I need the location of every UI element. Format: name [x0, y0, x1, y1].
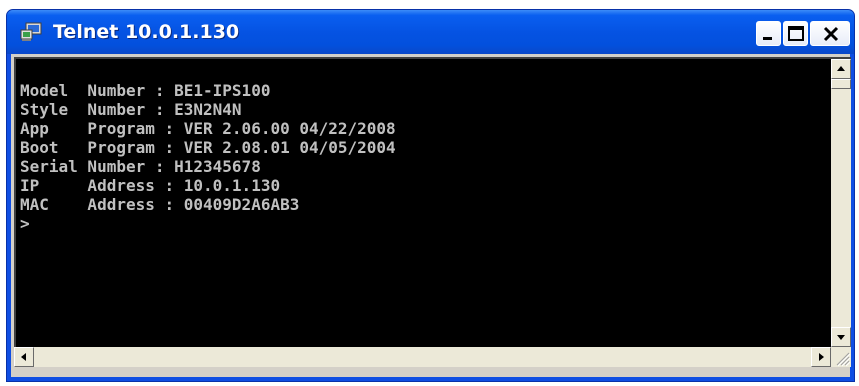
minimize-button[interactable] [756, 21, 781, 46]
terminal-line: MAC Address : 00409D2A6AB3 [20, 195, 300, 214]
terminal-line: Style Number : E3N2N4N [20, 100, 242, 119]
scroll-right-button[interactable] [811, 347, 831, 367]
terminal-line: App Program : VER 2.06.00 04/22/2008 [20, 119, 396, 138]
triangle-right-icon [819, 353, 824, 361]
telnet-computer-icon [20, 22, 42, 42]
scroll-up-button[interactable] [831, 59, 851, 79]
maximize-button[interactable] [783, 21, 808, 46]
triangle-up-icon [837, 66, 845, 71]
resize-grip[interactable] [831, 347, 851, 367]
terminal-line: Boot Program : VER 2.08.01 04/05/2004 [20, 138, 396, 157]
vertical-scrollbar[interactable] [831, 57, 851, 347]
terminal-line: IP Address : 10.0.1.130 [20, 176, 281, 195]
terminal-line: Model Number : BE1-IPS100 [20, 81, 271, 100]
scroll-down-button[interactable] [831, 327, 851, 347]
terminal-line: Serial Number : H12345678 [20, 157, 261, 176]
terminal-output: Model Number : BE1-IPS100 Style Number :… [20, 81, 396, 233]
title-bar[interactable]: Telnet 10.0.1.130 [7, 10, 854, 54]
window-client-area: Model Number : BE1-IPS100 Style Number :… [11, 54, 851, 377]
triangle-down-icon [837, 335, 845, 340]
close-button[interactable] [810, 21, 850, 46]
telnet-window: Telnet 10.0.1.130 Model Number : BE1-IPS… [6, 9, 855, 382]
terminal-prompt: > [20, 214, 30, 233]
resize-grip-icon [836, 352, 851, 367]
scroll-thumb[interactable] [831, 79, 851, 89]
horizontal-scrollbar[interactable] [14, 347, 831, 367]
triangle-left-icon [21, 353, 26, 361]
scroll-left-button[interactable] [14, 347, 34, 367]
terminal-screen[interactable]: Model Number : BE1-IPS100 Style Number :… [14, 57, 831, 347]
window-title: Telnet 10.0.1.130 [53, 21, 240, 43]
